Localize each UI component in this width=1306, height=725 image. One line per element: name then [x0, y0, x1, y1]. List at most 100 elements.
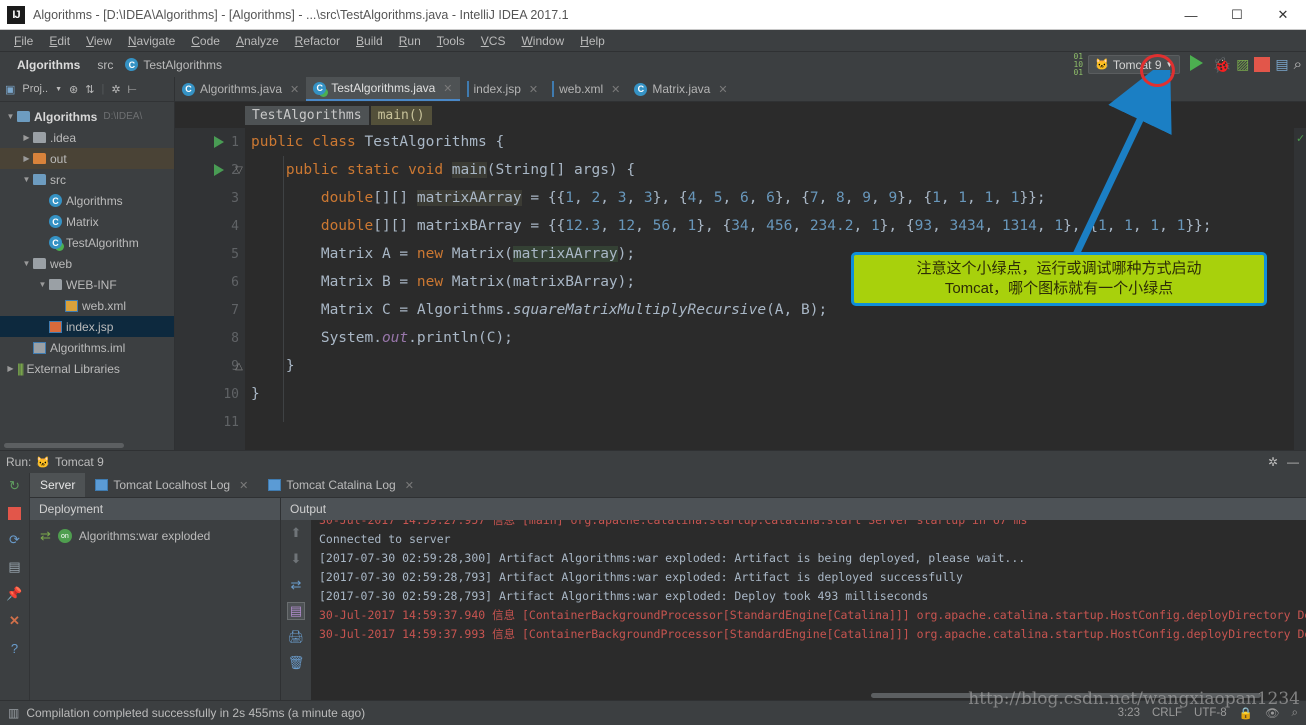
trash-icon[interactable]: 🗑: [287, 654, 305, 672]
menu-item-code[interactable]: Code: [183, 32, 228, 50]
tree-node-algorithms[interactable]: ▼ Algorithms D:\IDEA\: [0, 106, 174, 127]
gutter-line-11[interactable]: 11: [175, 408, 245, 436]
layout-button[interactable]: ▤: [1275, 56, 1288, 73]
help-icon[interactable]: ?: [6, 639, 24, 657]
error-stripe[interactable]: ✓: [1294, 128, 1306, 450]
debug-button[interactable]: 🐞: [1212, 56, 1231, 74]
stop-button[interactable]: [1254, 57, 1271, 72]
editor-tab-index-jsp[interactable]: index.jsp ✕: [460, 77, 546, 101]
close-icon[interactable]: ✕: [611, 83, 620, 96]
target-icon[interactable]: ⊛: [69, 83, 78, 96]
run-tab-tomcat-localhost-log[interactable]: Tomcat Localhost Log ✕: [85, 473, 258, 497]
close-icon[interactable]: ✕: [239, 479, 248, 492]
chevron-right-icon[interactable]: ▶: [20, 133, 33, 142]
chevron-down-icon[interactable]: ▼: [55, 86, 62, 93]
horizontal-scrollbar[interactable]: [4, 443, 124, 448]
chevron-down-icon[interactable]: ▼: [20, 175, 33, 184]
close-icon[interactable]: ✕: [6, 612, 24, 630]
close-icon[interactable]: ✕: [443, 82, 452, 95]
settings-gear-icon[interactable]: ✲: [111, 83, 120, 96]
up-icon[interactable]: ⬆: [287, 524, 305, 542]
gutter-line-3[interactable]: 3: [175, 184, 245, 212]
stop-icon[interactable]: [6, 504, 24, 522]
menu-item-vcs[interactable]: VCS: [473, 32, 514, 50]
gutter-line-5[interactable]: 5: [175, 240, 245, 268]
list-item[interactable]: ⇄ on Algorithms:war exploded: [30, 528, 280, 544]
structure-crumb-main--[interactable]: main(): [370, 105, 432, 125]
search-icon[interactable]: ⌕: [1294, 56, 1302, 73]
tree-node-testalgorithm[interactable]: C TestAlgorithm: [0, 232, 174, 253]
menu-item-window[interactable]: Window: [513, 32, 572, 50]
chevron-down-icon[interactable]: ▼: [20, 259, 33, 268]
gear-icon[interactable]: ✲: [1268, 455, 1278, 469]
gutter-line-8[interactable]: 8: [175, 324, 245, 352]
run-tab-tomcat-catalina-log[interactable]: Tomcat Catalina Log ✕: [258, 473, 424, 497]
code-line-11[interactable]: [251, 408, 1294, 436]
tree-node-index-jsp[interactable]: index.jsp: [0, 316, 174, 337]
print-icon[interactable]: ▤: [287, 602, 305, 620]
wrap-icon[interactable]: ⇄: [287, 576, 305, 594]
code-line-10[interactable]: }: [251, 380, 1294, 408]
restart-icon[interactable]: ⟳: [6, 531, 24, 549]
close-icon[interactable]: ✕: [405, 479, 414, 492]
editor-gutter[interactable]: 1 2 ▽ 3 4 5 6 7 8 9 △ 10 11: [175, 128, 245, 450]
menu-item-view[interactable]: View: [78, 32, 120, 50]
close-icon[interactable]: ✕: [718, 83, 727, 96]
gutter-line-10[interactable]: 10: [175, 380, 245, 408]
minimize-icon[interactable]: —: [1287, 455, 1299, 469]
tree-node-out[interactable]: ▶ out: [0, 148, 174, 169]
minimize-button[interactable]: —: [1168, 0, 1214, 30]
coverage-button[interactable]: ▨: [1236, 56, 1249, 73]
deployment-list[interactable]: ⇄ on Algorithms:war exploded: [30, 520, 280, 700]
run-gutter-icon-line-2[interactable]: [211, 156, 227, 184]
close-icon[interactable]: ✕: [290, 83, 299, 96]
menu-item-file[interactable]: File: [6, 32, 41, 50]
tree-node-web-xml[interactable]: web.xml: [0, 295, 174, 316]
fold-marker-line-2[interactable]: ▽: [233, 156, 245, 184]
tree-node--idea[interactable]: ▶ .idea: [0, 127, 174, 148]
down-icon[interactable]: ⬇: [287, 550, 305, 568]
editor-tab-testalgorithms-java[interactable]: C TestAlgorithms.java ✕: [306, 77, 460, 101]
pin-icon[interactable]: 📌: [6, 585, 24, 603]
editor-tab-algorithms-java[interactable]: C Algorithms.java ✕: [175, 77, 306, 101]
collapse-icon[interactable]: ⇅: [85, 83, 94, 96]
run-tab-server[interactable]: Server: [30, 473, 86, 497]
editor-tab-web-xml[interactable]: web.xml ✕: [545, 77, 627, 101]
gutter-line-7[interactable]: 7: [175, 296, 245, 324]
menu-item-analyze[interactable]: Analyze: [228, 32, 287, 50]
project-tab-label[interactable]: Proj..: [22, 83, 48, 95]
tree-node-web[interactable]: ▼ web: [0, 253, 174, 274]
code-line-9[interactable]: }: [251, 352, 1294, 380]
maximize-button[interactable]: ☐: [1214, 0, 1260, 30]
breadcrumb-item-testalgorithms[interactable]: C TestAlgorithms: [119, 58, 228, 72]
console-output[interactable]: 30-Jul-2017 14:59:27.957 信息 [main] org.a…: [311, 520, 1306, 700]
tree-node-src[interactable]: ▼ src: [0, 169, 174, 190]
tree-node-algorithms-iml[interactable]: Algorithms.iml: [0, 337, 174, 358]
close-button[interactable]: ✕: [1260, 0, 1306, 30]
clear-icon[interactable]: 🖨: [287, 628, 305, 646]
chevron-right-icon[interactable]: ▶: [4, 364, 17, 373]
chevron-down-icon[interactable]: ▼: [36, 280, 49, 289]
breadcrumb-item-src[interactable]: src: [86, 58, 119, 72]
chevron-right-icon[interactable]: ▶: [20, 154, 33, 163]
tree-node-algorithms[interactable]: C Algorithms: [0, 190, 174, 211]
tree-node-web-inf[interactable]: ▼ WEB-INF: [0, 274, 174, 295]
menu-item-refactor[interactable]: Refactor: [287, 32, 348, 50]
console-icon[interactable]: ▤: [6, 558, 24, 576]
breadcrumb-item-algorithms[interactable]: Algorithms: [6, 58, 86, 72]
hide-icon[interactable]: ⊢: [128, 83, 138, 96]
gutter-line-4[interactable]: 4: [175, 212, 245, 240]
menu-item-navigate[interactable]: Navigate: [120, 32, 183, 50]
menu-item-build[interactable]: Build: [348, 32, 391, 50]
fold-marker-line-9[interactable]: △: [233, 352, 245, 380]
menu-item-tools[interactable]: Tools: [429, 32, 473, 50]
run-gutter-icon-line-1[interactable]: [211, 128, 227, 156]
gutter-line-6[interactable]: 6: [175, 268, 245, 296]
close-icon[interactable]: ✕: [529, 83, 538, 96]
gutter-line-1[interactable]: 1: [175, 128, 245, 156]
menu-item-run[interactable]: Run: [391, 32, 429, 50]
code-line-8[interactable]: System.out.println(C);: [251, 324, 1294, 352]
tree-node-external-libraries[interactable]: ▶ |||| External Libraries: [0, 358, 174, 379]
tree-node-matrix[interactable]: C Matrix: [0, 211, 174, 232]
structure-crumb-testalgorithms[interactable]: TestAlgorithms: [245, 105, 369, 125]
